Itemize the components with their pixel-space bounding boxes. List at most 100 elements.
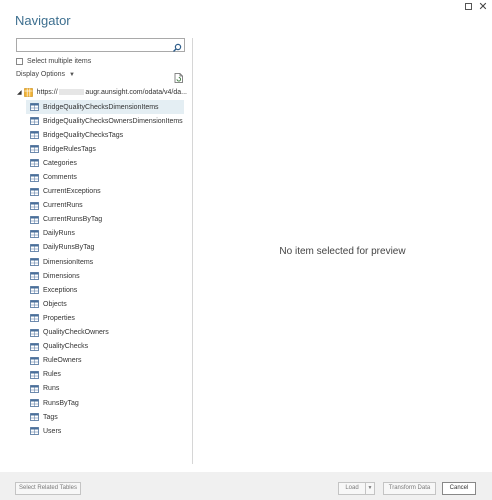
tree-root-node[interactable]: ◢ https:// augr.aunsight.com/odata/v4/da… bbox=[17, 86, 187, 98]
cancel-button[interactable]: Cancel bbox=[442, 482, 476, 495]
list-item-label: BridgeRulesTags bbox=[43, 145, 96, 153]
list-item-label: Objects bbox=[43, 300, 67, 308]
list-item-label: RunsByTag bbox=[43, 399, 79, 407]
load-button[interactable]: Load bbox=[338, 482, 366, 495]
table-icon bbox=[30, 314, 39, 323]
list-item[interactable]: BridgeQualityChecksDimensionItems bbox=[26, 100, 184, 115]
table-icon bbox=[30, 229, 39, 238]
table-icon bbox=[30, 103, 39, 111]
table-icon bbox=[30, 258, 39, 266]
list-item-label: DailyRunsByTag bbox=[43, 244, 95, 252]
table-icon bbox=[30, 117, 39, 126]
list-item[interactable]: QualityCheckOwners bbox=[26, 326, 184, 340]
tree-expander-icon[interactable]: ◢ bbox=[17, 89, 22, 96]
list-item-label: CurrentExceptions bbox=[43, 188, 101, 196]
list-item[interactable]: Comments bbox=[26, 170, 184, 184]
tree-root-url-suffix: augr.aunsight.com/odata/v4/da... bbox=[85, 88, 187, 96]
list-item[interactable]: Categories bbox=[26, 156, 184, 170]
tree-root-url-prefix: https:// bbox=[36, 88, 58, 96]
table-icon bbox=[30, 399, 39, 407]
list-item-label: CurrentRunsByTag bbox=[43, 216, 103, 224]
footer-bar: Select Related Tables Load ▼ Transform D… bbox=[0, 472, 492, 500]
list-item-label: QualityCheckOwners bbox=[43, 329, 109, 337]
list-item-label: Properties bbox=[43, 314, 75, 322]
redacted-region bbox=[58, 89, 85, 95]
list-item[interactable]: Dimensions bbox=[26, 269, 184, 283]
list-item-label: BridgeQualityChecksDimensionItems bbox=[43, 103, 159, 111]
table-icon bbox=[30, 413, 39, 422]
maximize-icon bbox=[464, 3, 472, 10]
list-item-label: BridgeQualityChecksTags bbox=[43, 131, 124, 139]
list-item-label: RuleOwners bbox=[43, 357, 82, 365]
table-icon bbox=[30, 286, 39, 295]
table-icon bbox=[30, 342, 39, 351]
table-icon bbox=[30, 131, 39, 140]
list-item-label: DailyRuns bbox=[43, 230, 75, 238]
search-box bbox=[16, 38, 185, 57]
table-icon bbox=[30, 244, 39, 252]
list-item-label: Dimensions bbox=[43, 272, 80, 280]
list-item[interactable]: RuleOwners bbox=[26, 354, 184, 368]
table-icon bbox=[30, 272, 39, 281]
list-item-label: BridgeQualityChecksOwnersDimensionItems bbox=[43, 117, 183, 125]
list-item[interactable]: Exceptions bbox=[26, 283, 184, 297]
list-item[interactable]: QualityChecks bbox=[26, 340, 184, 354]
list-item[interactable]: Rules bbox=[26, 368, 184, 382]
select-related-tables-button[interactable]: Select Related Tables bbox=[15, 482, 81, 495]
list-item[interactable]: RunsByTag bbox=[26, 396, 184, 410]
table-icon bbox=[30, 201, 39, 210]
list-item[interactable]: BridgeQualityChecksOwnersDimensionItems bbox=[26, 114, 184, 128]
maximize-button[interactable] bbox=[461, 1, 475, 13]
table-icon bbox=[30, 173, 39, 182]
list-item[interactable]: BridgeQualityChecksTags bbox=[26, 128, 184, 142]
list-item-label: Comments bbox=[43, 174, 77, 182]
refresh-page-icon[interactable] bbox=[174, 70, 183, 83]
list-item-label: CurrentRuns bbox=[43, 202, 83, 210]
list-item-label: DimensionItems bbox=[43, 258, 94, 266]
list-item[interactable]: DimensionItems bbox=[26, 255, 184, 269]
select-multiple-option[interactable]: Select multiple items bbox=[16, 56, 91, 66]
odata-feed-icon bbox=[23, 87, 33, 97]
table-icon bbox=[30, 385, 39, 393]
list-item-label: Users bbox=[43, 427, 62, 435]
chevron-down-icon: ▼ bbox=[69, 71, 75, 78]
list-item-label: Rules bbox=[43, 371, 61, 379]
table-icon bbox=[30, 427, 39, 436]
table-icon bbox=[30, 187, 39, 196]
list-item[interactable]: Properties bbox=[26, 311, 184, 325]
list-item-label: Runs bbox=[43, 385, 60, 393]
list-item[interactable]: Runs bbox=[26, 382, 184, 396]
list-item[interactable]: Users bbox=[26, 424, 184, 438]
list-item[interactable]: CurrentRunsByTag bbox=[26, 213, 184, 227]
load-dropdown-button[interactable]: ▼ bbox=[365, 482, 375, 495]
list-item-label: Tags bbox=[43, 413, 58, 421]
list-item[interactable]: Tags bbox=[26, 410, 184, 424]
list-item-label: QualityChecks bbox=[43, 343, 89, 351]
table-icon bbox=[30, 300, 39, 309]
list-item[interactable]: CurrentRuns bbox=[26, 199, 184, 213]
table-icon bbox=[30, 328, 39, 337]
table-icon bbox=[30, 370, 39, 379]
list-item[interactable]: Objects bbox=[26, 297, 184, 311]
display-options-dropdown[interactable]: Display Options ▼ bbox=[16, 71, 75, 78]
search-icon[interactable] bbox=[172, 40, 182, 52]
transform-data-button[interactable]: Transform Data bbox=[383, 482, 436, 495]
list-item[interactable]: CurrentExceptions bbox=[26, 185, 184, 199]
select-multiple-checkbox[interactable] bbox=[16, 57, 23, 65]
preview-empty-message: No item selected for preview bbox=[279, 246, 406, 257]
table-icon bbox=[30, 215, 39, 224]
close-button[interactable]: ✕ bbox=[476, 1, 490, 13]
select-multiple-label: Select multiple items bbox=[27, 57, 92, 65]
display-options-label: Display Options bbox=[16, 71, 66, 78]
list-item[interactable]: BridgeRulesTags bbox=[26, 142, 184, 156]
table-icon bbox=[30, 356, 39, 365]
list-item[interactable]: DailyRuns bbox=[26, 227, 184, 241]
list-item-label: Exceptions bbox=[43, 286, 78, 294]
dialog-title: Navigator bbox=[15, 13, 71, 28]
search-input[interactable] bbox=[17, 44, 167, 57]
table-icon bbox=[30, 145, 39, 154]
list-item-label: Categories bbox=[43, 159, 77, 167]
list-item[interactable]: DailyRunsByTag bbox=[26, 241, 184, 255]
table-list: BridgeQualityChecksDimensionItems BridgeQ… bbox=[26, 100, 184, 438]
table-icon bbox=[30, 159, 39, 168]
